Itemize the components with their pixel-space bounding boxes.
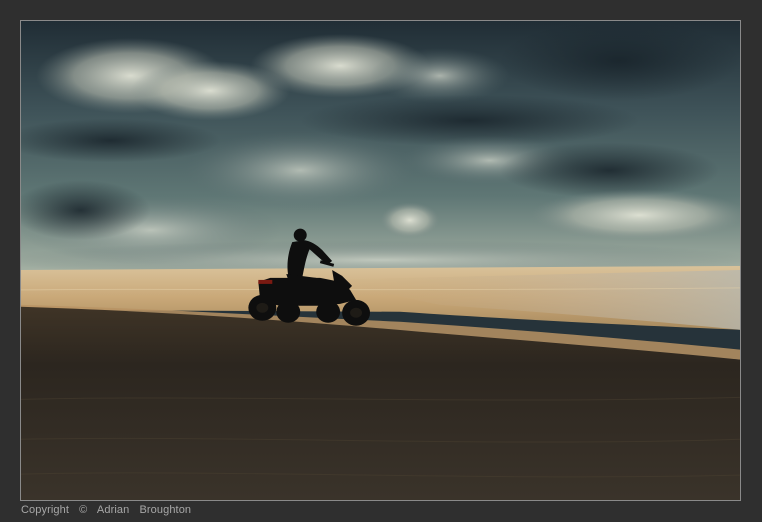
photo-frame: Copyright © Adrian Broughton — [0, 0, 762, 522]
author-first-name: Adrian — [96, 504, 130, 516]
shadow-dune — [21, 306, 740, 500]
copyright-caption: Copyright © Adrian Broughton — [21, 504, 198, 516]
photo-scene — [21, 21, 740, 500]
copyright-symbol: © — [79, 504, 88, 516]
atv-taillight — [258, 279, 273, 284]
rider-head — [293, 228, 307, 242]
copyright-label: Copyright — [21, 504, 69, 516]
landscape-photo — [20, 20, 741, 501]
author-last-name: Broughton — [139, 504, 192, 516]
